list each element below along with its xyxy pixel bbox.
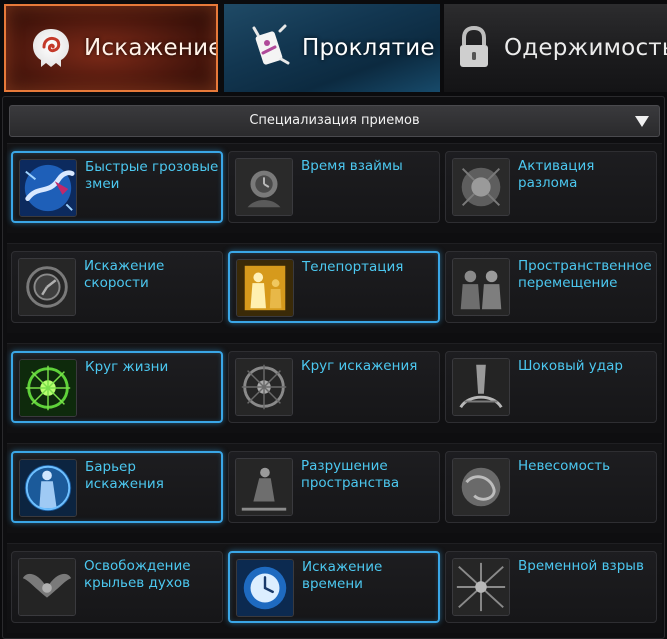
skill-card[interactable]: Круг жизни [11, 351, 223, 423]
tab-label: Одержимость [504, 35, 667, 61]
skill-card[interactable]: Быстрые грозовые змеи [11, 151, 223, 223]
weightlessness-icon [452, 458, 510, 516]
speed-distortion-icon [18, 258, 76, 316]
skill-card[interactable]: Освобождение крыльев духов [11, 551, 223, 623]
skill-name: Временной взрыв [518, 558, 644, 574]
skill-name: Время взаймы [301, 158, 403, 174]
tab-label: Искажение [84, 35, 218, 61]
class-tabs: Искажение Проклятие Одержимость [0, 0, 667, 96]
skill-card[interactable]: Искажение скорости [11, 251, 223, 323]
circle-of-life-icon [19, 359, 77, 417]
skill-name: Разрушение пространства [301, 458, 400, 491]
space-destruction-icon [235, 458, 293, 516]
skill-card[interactable]: Время взаймы [228, 151, 440, 223]
skill-row: Быстрые грозовые змеи Время взаймы Актив… [7, 143, 662, 233]
skill-card[interactable]: Барьер искажения [11, 451, 223, 523]
spirit-wings-icon [18, 558, 76, 616]
specialization-dropdown[interactable]: Специализация приемов [9, 105, 660, 137]
time-distortion-icon [236, 559, 294, 617]
skill-card[interactable]: Невесомость [445, 451, 657, 523]
distortion-barrier-icon [19, 459, 77, 517]
distortion-circle-icon [235, 358, 293, 416]
thunder-serpent-icon [19, 159, 77, 217]
rift-activation-icon [452, 158, 510, 216]
dropdown-label: Специализация приемов [249, 113, 420, 128]
skill-name: Искажение скорости [84, 258, 165, 291]
skill-name: Круг искажения [301, 358, 418, 374]
shock-strike-icon [452, 358, 510, 416]
distortion-icon [33, 29, 69, 67]
skill-card[interactable]: Активация разлома [445, 151, 657, 223]
spatial-shift-icon [452, 258, 510, 316]
lock-icon [460, 25, 488, 67]
skill-name: Круг жизни [85, 359, 169, 375]
skill-card[interactable]: Круг искажения [228, 351, 440, 423]
skill-name: Пространственное перемещение [518, 258, 652, 291]
skill-card[interactable]: Шоковый удар [445, 351, 657, 423]
skill-row: Искажение скорости Телепортация Простран… [7, 243, 662, 333]
skill-name: Невесомость [518, 458, 611, 474]
tab-curse[interactable]: Проклятие [224, 4, 440, 92]
skill-name: Барьер искажения [85, 459, 164, 492]
borrowed-time-icon [235, 158, 293, 216]
tab-possession[interactable]: Одержимость [444, 4, 667, 92]
dropdown-arrow-icon [635, 116, 649, 127]
skill-row: Круг жизни Круг искажения Шоковый удар [7, 343, 662, 433]
skills-panel: Специализация приемов Быстрые грозовые з… [2, 96, 665, 639]
skill-card[interactable]: Пространственное перемещение [445, 251, 657, 323]
skill-name: Активация разлома [518, 158, 595, 191]
skill-name: Телепортация [302, 259, 404, 275]
skill-name: Шоковый удар [518, 358, 623, 374]
tab-label: Проклятие [302, 35, 435, 61]
skill-name: Быстрые грозовые змеи [85, 159, 219, 192]
tab-distortion[interactable]: Искажение [4, 4, 218, 92]
skill-card[interactable]: Искажение времени [228, 551, 440, 623]
curse-icon [252, 24, 290, 65]
skill-row: Барьер искажения Разрушение пространства… [7, 443, 662, 533]
skill-name: Искажение времени [302, 559, 383, 592]
skill-name: Освобождение крыльев духов [84, 558, 191, 591]
skill-card[interactable]: Телепортация [228, 251, 440, 323]
time-burst-icon [452, 558, 510, 616]
skill-card[interactable]: Временной взрыв [445, 551, 657, 623]
skill-row: Освобождение крыльев духов Искажение вре… [7, 543, 662, 633]
skill-card[interactable]: Разрушение пространства [228, 451, 440, 523]
teleport-icon [236, 259, 294, 317]
